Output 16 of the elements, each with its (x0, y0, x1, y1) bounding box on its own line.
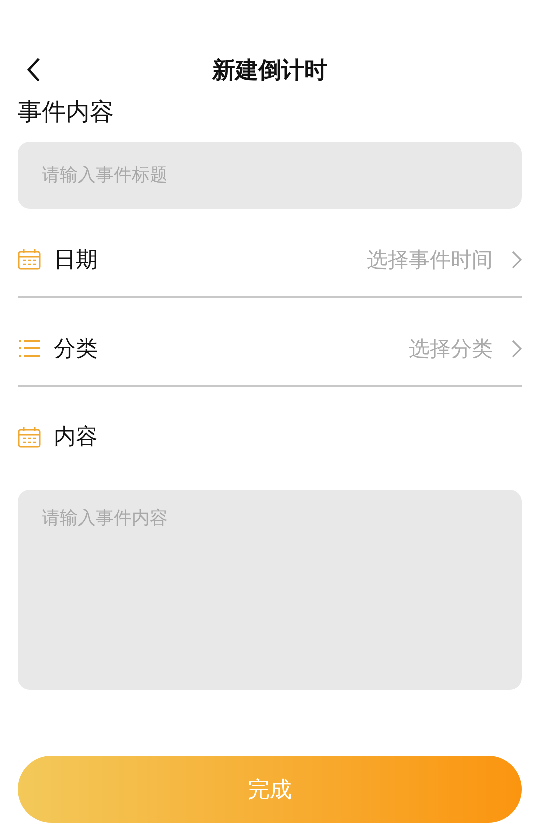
done-button[interactable]: 完成 (18, 756, 522, 823)
list-icon (18, 339, 41, 358)
row-label: 内容 (54, 424, 99, 452)
picker-value[interactable]: 选择事件时间 (367, 246, 493, 274)
row-label: 分类 (54, 336, 99, 364)
chevron-right-icon[interactable] (512, 250, 522, 268)
page-title: 新建倒计时 (212, 56, 328, 86)
title-input[interactable]: 请输入事件标题 (18, 142, 522, 209)
calendar-icon (18, 426, 41, 448)
calendar-icon (18, 249, 41, 270)
back-icon[interactable] (27, 57, 41, 83)
section-title: 事件内容 (18, 97, 115, 128)
picker-value[interactable]: 选择分类 (409, 334, 493, 362)
chevron-right-icon[interactable] (512, 340, 522, 358)
row-label: 日期 (54, 246, 99, 274)
content-input[interactable]: 请输入事件内容 (18, 490, 522, 690)
